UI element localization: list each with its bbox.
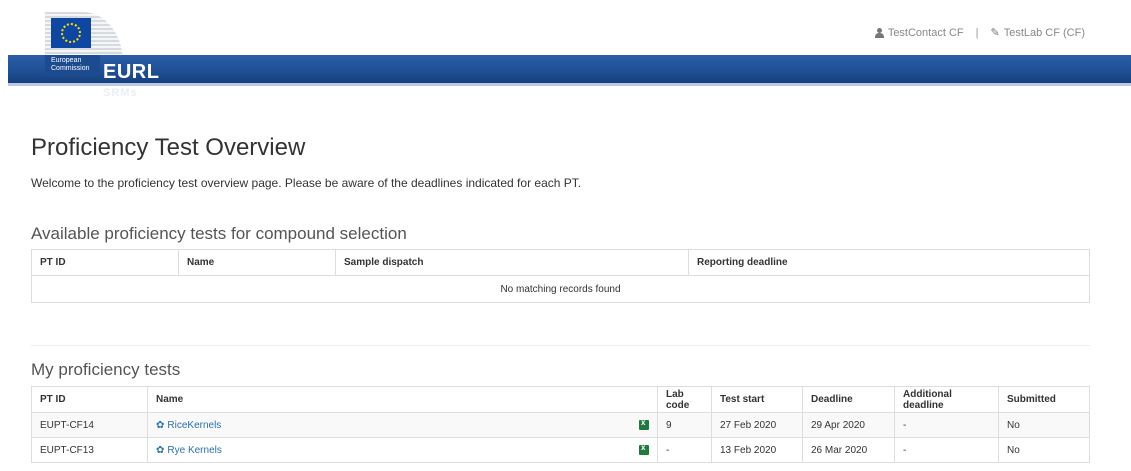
excel-icon[interactable] <box>639 443 649 455</box>
welcome-text: Welcome to the proficiency test overview… <box>31 176 582 190</box>
user-icon <box>874 27 884 38</box>
cell-lab-code: - <box>657 437 712 463</box>
user-contact-link[interactable]: TestContact CF <box>874 26 964 39</box>
cell-deadline: 29 Apr 2020 <box>802 412 895 438</box>
cell-pt-id: EUPT-CF14 <box>31 412 148 438</box>
table-row: EUPT-CF13 ✿ Rye Kernels - 13 Feb 2020 26… <box>31 437 1090 463</box>
brand-subtitle: SRMs <box>103 87 138 96</box>
pt-name-label: Rye Kernels <box>167 444 222 456</box>
column-header-deadline[interactable]: Deadline <box>802 386 895 413</box>
plant-icon: ✿ <box>156 419 165 431</box>
column-header-reporting-deadline[interactable]: Reporting deadline <box>688 249 1090 276</box>
commission-box: European Commission <box>45 55 100 75</box>
header: European Commission EURL SRMs TestContac… <box>0 0 1131 96</box>
eu-flag-icon <box>51 18 91 48</box>
empty-message: No matching records found <box>31 275 1090 303</box>
page-title: Proficiency Test Overview <box>31 134 306 161</box>
column-header-submitted[interactable]: Submitted <box>998 386 1090 413</box>
brand-title: EURL <box>103 61 160 83</box>
cell-deadline: 26 Mar 2020 <box>802 437 895 463</box>
cell-name: ✿ RiceKernels <box>147 412 658 438</box>
header-band <box>8 55 1131 83</box>
cell-pt-id: EUPT-CF13 <box>31 437 148 463</box>
my-tests-section-title: My proficiency tests <box>31 360 181 379</box>
commission-text: European Commission <box>51 57 90 72</box>
available-table: PT ID Name Sample dispatch Reporting dea… <box>31 249 1090 303</box>
column-header-test-start[interactable]: Test start <box>711 386 803 413</box>
cell-additional-deadline: - <box>894 437 999 463</box>
cell-additional-deadline: - <box>894 412 999 438</box>
column-header-sample-dispatch[interactable]: Sample dispatch <box>335 249 689 276</box>
plant-icon: ✿ <box>156 444 165 456</box>
available-section-title: Available proficiency tests for compound… <box>31 224 407 243</box>
column-header-name[interactable]: Name <box>178 249 336 276</box>
cell-submitted: No <box>998 412 1090 438</box>
pencil-icon: ✎ <box>990 27 1000 39</box>
table-row: EUPT-CF14 ✿ RiceKernels 9 27 Feb 2020 29… <box>31 412 1090 438</box>
section-divider <box>31 345 1090 346</box>
column-header-pt-id[interactable]: PT ID <box>31 386 148 413</box>
my-tests-table: PT ID Name Lab code Test start Deadline … <box>31 386 1090 463</box>
excel-icon[interactable] <box>639 418 649 430</box>
pt-name-link[interactable]: ✿ RiceKernels <box>156 420 221 431</box>
table-row: No matching records found <box>31 275 1090 303</box>
column-header-lab-code[interactable]: Lab code <box>657 386 712 413</box>
user-lab-label: TestLab CF (CF) <box>1003 26 1085 39</box>
separator: | <box>975 26 979 39</box>
header-band-line <box>8 83 1131 86</box>
cell-lab-code: 9 <box>657 412 712 438</box>
column-header-additional-deadline[interactable]: Additional deadline <box>894 386 999 413</box>
user-contact-label: TestContact CF <box>887 26 964 39</box>
column-header-pt-id[interactable]: PT ID <box>31 249 179 276</box>
table-header-row: PT ID Name Sample dispatch Reporting dea… <box>31 249 1090 276</box>
column-header-name[interactable]: Name <box>147 386 658 413</box>
pt-name-link[interactable]: ✿ Rye Kernels <box>156 445 222 456</box>
cell-submitted: No <box>998 437 1090 463</box>
cell-test-start: 13 Feb 2020 <box>711 437 803 463</box>
table-header-row: PT ID Name Lab code Test start Deadline … <box>31 386 1090 413</box>
user-links: TestContact CF | ✎ TestLab CF (CF) <box>874 26 1085 40</box>
user-lab-link[interactable]: ✎ TestLab CF (CF) <box>990 26 1085 40</box>
cell-name: ✿ Rye Kernels <box>147 437 658 463</box>
cell-test-start: 27 Feb 2020 <box>711 412 803 438</box>
pt-name-label: RiceKernels <box>167 419 222 431</box>
